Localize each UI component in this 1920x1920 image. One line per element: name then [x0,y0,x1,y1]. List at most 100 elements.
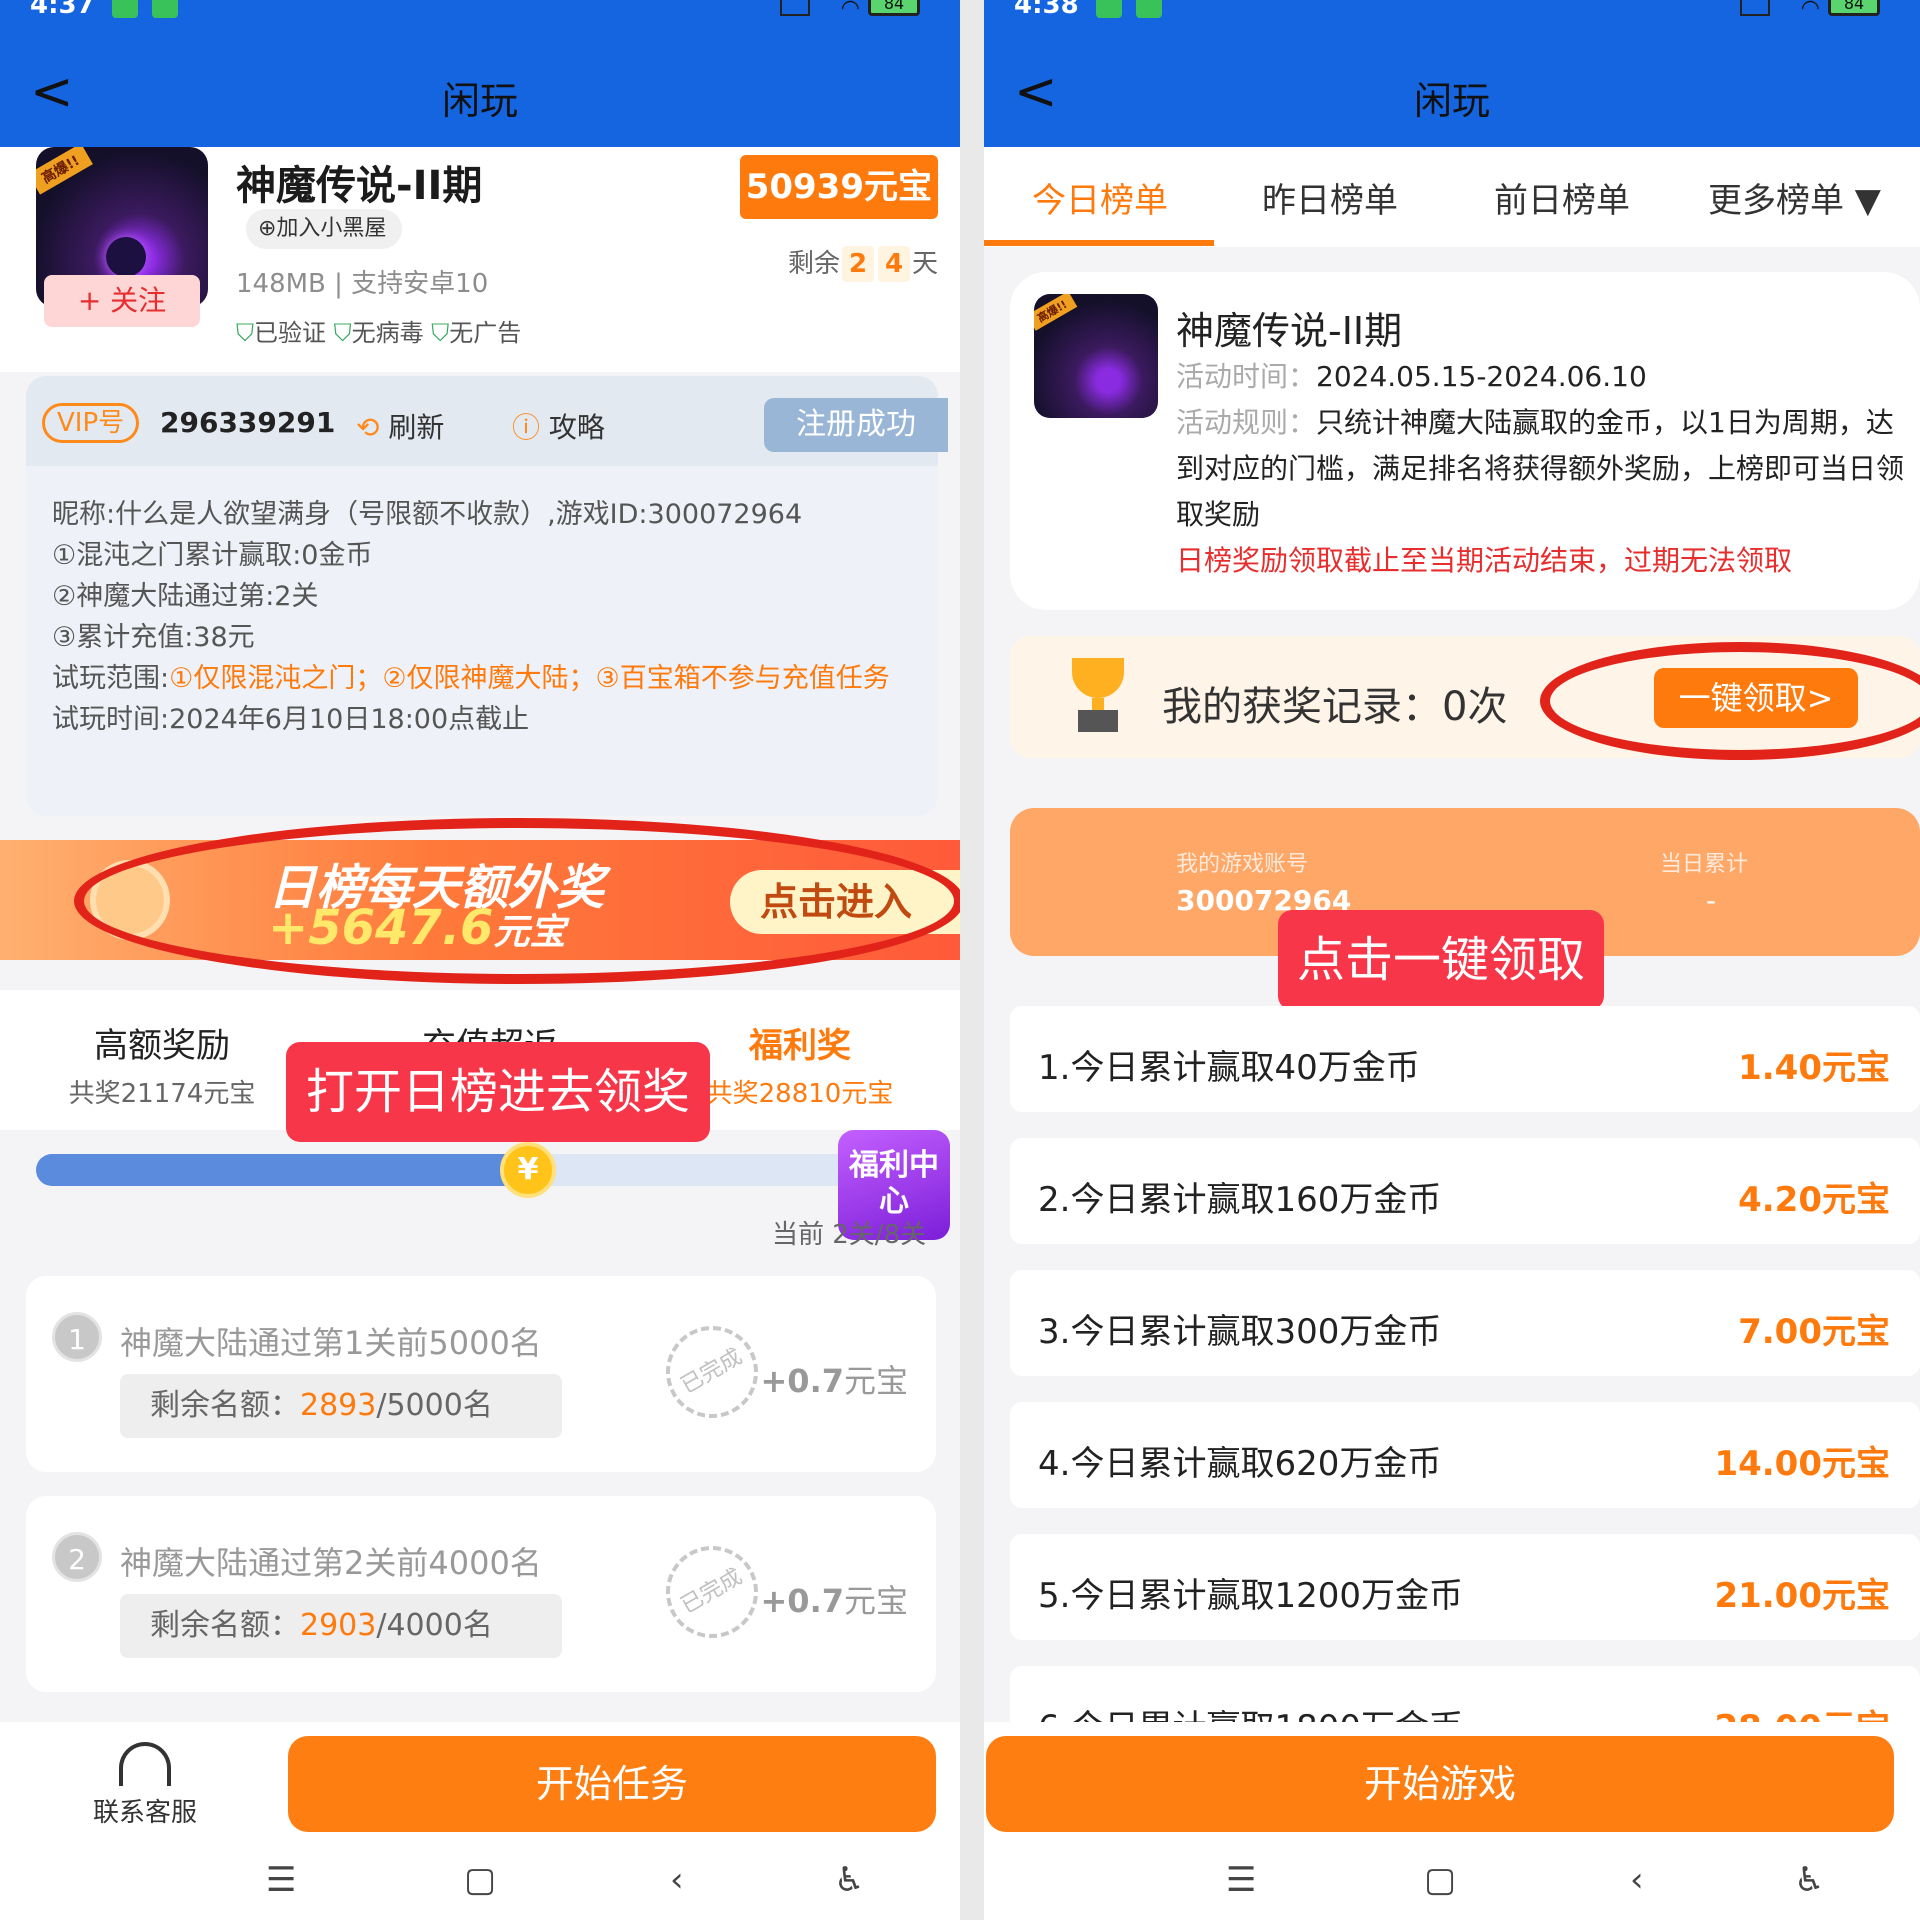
refresh-label: 刷新 [388,411,445,444]
progress-track: ¥ [36,1142,856,1198]
rank-tier-row: 2.今日累计赢取160万金币 4.20元宝 [1010,1138,1920,1244]
tier-reward: 1.40元宝 [1738,1048,1890,1088]
notification-app-icon [1096,0,1122,18]
scope-prefix: 试玩范围: [52,663,170,694]
notification-app-icon [152,0,178,18]
battery-icon: 84 [1828,0,1880,16]
status-bar: 4:38 ◠ 84 [984,0,1920,22]
battery-icon: 84 [868,0,920,16]
task-reward: +0.7元宝 [760,1576,908,1622]
wifi-icon: ◠ [1800,0,1820,21]
one-click-claim-button[interactable]: 一键领取> [1654,668,1858,728]
daily-ranking-banner[interactable]: 日榜每天额外奖 +5647.6元宝 点击进入 [0,840,960,960]
game-icon-orb [106,237,146,277]
task-title: 神魔大陆通过第1关前5000名 [120,1324,542,1362]
accessibility-icon[interactable]: ♿ [834,1860,864,1900]
system-nav-bar: ☰ ▢ ‹ ♿ [0,1840,960,1920]
nfc-icon [1740,0,1770,16]
status-time: 4:38 [1014,0,1079,20]
tier-label: 2.今日累计赢取160万金币 [1038,1180,1442,1220]
tier-reward: 21.00元宝 [1714,1576,1890,1616]
completed-stamp-icon: 已完成 [649,1529,775,1655]
progress-fill [36,1154,528,1186]
annotation-callout: 打开日榜进去领奖 [286,1042,710,1142]
game-meta: 148MB | 支持安卓10 [236,269,489,299]
activity-info-card: 高爆!! 神魔传说-II期 活动时间：2024.05.15-2024.06.10… [1010,272,1920,610]
tab-welfare-reward[interactable]: 福利奖 共奖28810元宝 [700,1018,900,1110]
accessibility-icon[interactable]: ♿ [1794,1860,1824,1900]
guide-button[interactable]: ⓘ 攻略 [512,406,605,446]
account-info-card: VIP号 296339291 ⟲ 刷新 ⓘ 攻略 注册成功 昵称:什么是人欲望满… [26,376,948,816]
rank-tier-row: 5.今日累计赢取1200万金币 21.00元宝 [1010,1534,1920,1640]
trophy-base [1078,710,1118,732]
rank-tier-row: 3.今日累计赢取300万金币 7.00元宝 [1010,1270,1920,1376]
bottom-action-bar: 开始游戏 [984,1722,1920,1840]
award-record-card: 我的获奖记录：0次 一键领取> [1010,636,1920,758]
start-game-button[interactable]: 开始游戏 [986,1736,1894,1832]
tab-today-ranking[interactable]: 今日榜单 [1032,173,1168,222]
customer-service-label: 联系客服 [92,1798,197,1828]
remain-prefix: 剩余 [787,249,840,279]
tab-more-rankings[interactable]: 更多榜单 ▼ [1708,173,1881,222]
task-quota: 剩余名额：2893/5000名 [120,1374,562,1438]
quota-total: /5000名 [376,1388,493,1423]
game-icon-tag: 高爆!! [1034,294,1078,331]
rank-tier-row: 4.今日累计赢取620万金币 14.00元宝 [1010,1402,1920,1508]
tab-high-reward[interactable]: 高额奖励 共奖21174元宝 [52,1018,272,1110]
game-icon: 高爆!! [1034,294,1158,418]
home-icon[interactable]: ▢ [464,1860,496,1900]
account-toolbar: VIP号 296339291 ⟲ 刷新 ⓘ 攻略 注册成功 [26,376,948,466]
level-line: ②神魔大陆通过第:2关 [52,581,319,612]
start-task-button[interactable]: 开始任务 [288,1736,936,1832]
add-to-blacklist-button[interactable]: ⊕加入小黑屋 [246,209,403,249]
banner-enter-button[interactable]: 点击进入 [730,870,960,934]
tab-title: 高额奖励 [94,1026,230,1066]
back-icon[interactable]: ‹ [1630,1860,1644,1900]
task-reward: +0.7元宝 [760,1356,908,1402]
trophy-stem [1092,698,1104,710]
refresh-button[interactable]: ⟲ 刷新 [356,406,444,446]
annotation-callout: 点击一键领取 [1278,910,1604,1010]
trophy-icon [1072,658,1124,736]
menu-icon[interactable]: ☰ [1226,1860,1256,1900]
badge-no-virus: 无病毒 [351,319,424,347]
vip-number: 296339291 [160,406,336,439]
headset-icon [119,1742,171,1786]
tier-reward: 14.00元宝 [1714,1444,1890,1484]
screenshot-root: 4:37 ◠ 84 < 闲玩 高爆!! + 关注 神魔传说-II期 ⊕加入小黑屋… [0,0,1920,1920]
reward-amount: +0.7 [760,1582,844,1620]
banner-amount-number: +5647.6 [268,900,494,956]
recharge-line: ③累计充值:38元 [52,622,255,653]
coins-line: ①混沌之门累计赢取:0金币 [52,540,373,571]
follow-button[interactable]: + 关注 [44,275,200,327]
tab-yesterday-ranking[interactable]: 昨日榜单 [1262,173,1398,222]
quota-remaining: 2903 [300,1608,377,1643]
reward-unit: 元宝 [843,1362,908,1400]
remain-suffix: 天 [911,249,938,279]
tier-reward: 7.00元宝 [1738,1312,1890,1352]
deadline-line: 试玩时间:2024年6月10日18:00点截止 [52,704,530,735]
home-icon[interactable]: ▢ [1424,1860,1456,1900]
tier-label: 1.今日累计赢取40万金币 [1038,1048,1420,1088]
customer-service-button[interactable]: 联系客服 [80,1742,210,1829]
task-title: 神魔大陆通过第2关前4000名 [120,1544,542,1582]
back-icon[interactable]: ‹ [670,1860,684,1900]
tab-day-before-ranking[interactable]: 前日榜单 [1494,173,1630,222]
status-time: 4:37 [30,0,95,20]
days-remaining: 剩余 2 4 天 [788,243,938,282]
left-panel-task-page: 4:37 ◠ 84 < 闲玩 高爆!! + 关注 神魔传说-II期 ⊕加入小黑屋… [0,0,960,1920]
quota-remaining: 2893 [300,1388,377,1423]
activity-time-value: 2024.05.15-2024.06.10 [1316,360,1647,393]
top-navbar: < 闲玩 [0,22,960,147]
task-card: 1 神魔大陆通过第1关前5000名 剩余名额：2893/5000名 已完成 +0… [26,1276,936,1472]
daily-total-value: - [1706,884,1717,917]
virus-free-shield-icon: ⛉ [333,319,352,347]
ad-free-shield-icon: ⛉ [431,319,450,347]
tier-label: 3.今日累计赢取300万金币 [1038,1312,1442,1352]
refresh-icon: ⟲ [356,411,389,444]
quota-label: 剩余名额： [150,1388,300,1423]
remain-digit: 2 [841,246,874,282]
activity-rules-label: 活动规则： [1176,406,1317,439]
notification-app-icon [1136,0,1162,18]
menu-icon[interactable]: ☰ [266,1860,296,1900]
